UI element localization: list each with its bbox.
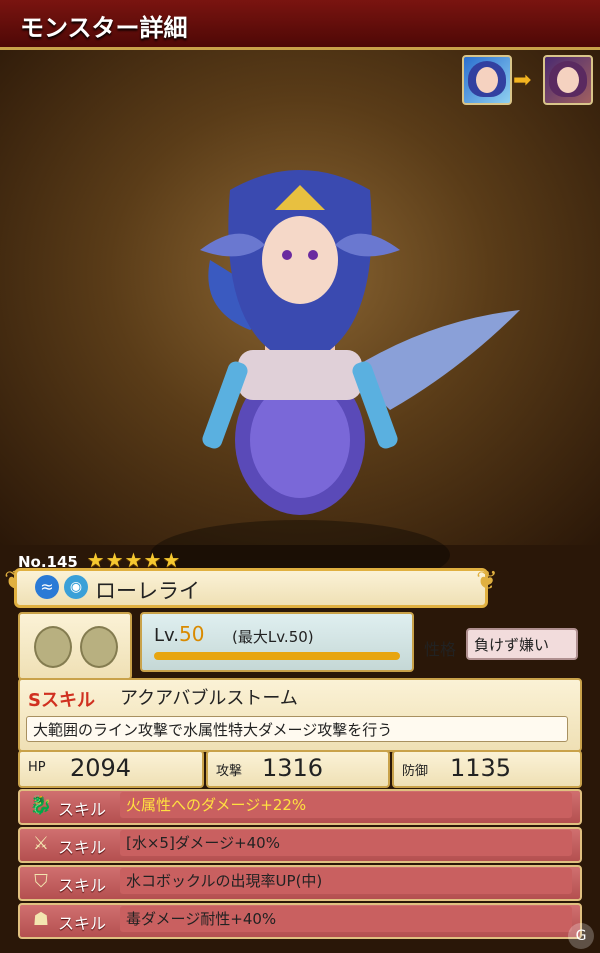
trait-value-box: 負けず嫌い [466,628,578,660]
hp-label: HP [28,760,46,775]
ability-label: スキル [58,914,107,933]
s-skill-description: 大範囲のライン攻撃で水属性特大ダメージ攻撃を行う [26,716,568,742]
ability-row: ⛉ スキル 水コボックルの出現率UP(中) [18,865,582,901]
hp-stat: HP 2094 [18,750,204,788]
ability-row: 🐉 スキル 火属性へのダメージ+22% [18,789,582,825]
ability-row: ⚔ スキル [水×5]ダメージ+40% [18,827,582,863]
thumbnail-face [557,67,579,93]
ability-row: ☗ スキル 毒ダメージ耐性+40% [18,903,582,939]
shield-icon: ⛉ [34,871,48,892]
trait-value: 負けず嫌い [474,636,550,654]
header-bar: モンスター詳細 [0,0,600,50]
evolution-to-thumbnail[interactable] [543,55,593,105]
s-skill-badge: Sスキル [28,690,95,711]
level-prefix: Lv. [154,625,180,646]
page-title: モンスター詳細 [20,14,188,42]
level-value: 50 [179,622,205,646]
level-label: Lv.50 [154,622,204,646]
monster-image [200,170,520,515]
helmet-icon: ☗ [32,909,50,930]
defense-value: 1135 [450,754,512,782]
evolution-from-thumbnail[interactable] [462,55,512,105]
s-skill-box: Sスキル アクアバブルストーム 大範囲のライン攻撃で水属性特大ダメージ攻撃を行う [18,678,582,752]
ability-text: [水×5]ダメージ+40% [120,830,572,856]
monster-name-bar: ≈ ◉ ローレライ [14,568,488,608]
fish-type-icon: ◉ [64,575,88,599]
ability-label: スキル [58,800,107,819]
bomb-icon [34,626,72,668]
water-wave-icon: ≈ [35,575,59,599]
thumbnail-face [476,67,498,93]
attack-stat: 攻撃 1316 [206,750,390,788]
attack-value: 1316 [262,754,324,782]
monster-stage [0,50,600,590]
sword-icon: ⚔ [32,833,50,854]
monster-name: ローレライ [95,579,200,603]
max-level: (最大Lv.50) [232,628,314,646]
watermark-logo-icon: G [568,923,594,949]
bomb-slots [18,612,132,680]
ability-text: 毒ダメージ耐性+40% [120,906,572,932]
defense-stat: 防御 1135 [392,750,582,788]
ability-text: 水コボックルの出現率UP(中) [120,868,572,894]
ability-label: スキル [58,876,107,895]
s-skill-title: アクアバブルストーム [120,688,298,709]
dragon-icon: 🐉 [29,795,53,816]
right-wing-ornament: ❦ [476,566,498,596]
ability-label: スキル [58,838,107,857]
bomb-icon [80,626,118,668]
defense-label: 防御 [402,764,429,779]
attack-label: 攻撃 [216,764,243,779]
trait-label: 性格 [424,640,457,659]
ability-text: 火属性へのダメージ+22% [120,792,572,818]
evolution-arrow-icon: ➡ [513,68,532,93]
level-progress-bar [154,652,400,660]
level-box: Lv.50 (最大Lv.50) [140,612,414,672]
hp-value: 2094 [70,754,132,782]
